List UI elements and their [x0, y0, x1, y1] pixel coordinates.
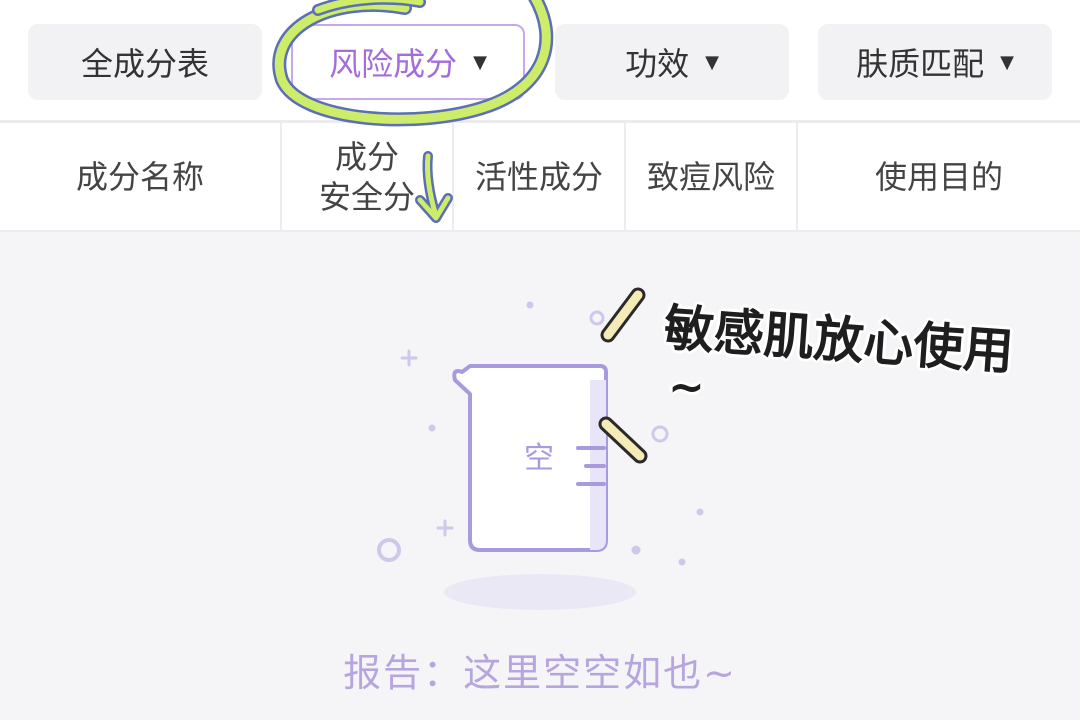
tab-skin-match[interactable]: 肤质匹配 ▼	[818, 24, 1052, 100]
tab-all-ingredients[interactable]: 全成分表	[28, 24, 262, 100]
filter-tab-bar: 全成分表 风险成分 ▼ 功效 ▼ 肤质匹配 ▼	[0, 0, 1080, 120]
tab-efficacy[interactable]: 功效 ▼	[555, 24, 789, 100]
empty-state-message: 报告：这里空空如也~	[343, 651, 737, 695]
tab-label: 肤质匹配	[856, 45, 985, 83]
tab-label: 风险成分	[329, 45, 458, 83]
caret-down-icon: ▼	[1000, 51, 1014, 73]
annotation-tilde: ~	[668, 362, 705, 413]
tab-label: 全成分表	[80, 45, 209, 83]
column-header-acne-risk[interactable]: 致痘风险	[624, 123, 796, 230]
caret-down-icon: ▼	[473, 51, 487, 73]
column-header-safety-score[interactable]: 成分 安全分	[280, 123, 452, 230]
table-header: 成分名称 成分 安全分 活性成分 致痘风险 使用目的	[0, 120, 1080, 232]
tab-label: 功效	[625, 45, 690, 83]
caret-down-icon: ▼	[705, 51, 719, 73]
column-header-name[interactable]: 成分名称	[0, 123, 280, 230]
tab-risk-ingredients[interactable]: 风险成分 ▼	[291, 24, 525, 100]
column-header-active[interactable]: 活性成分	[452, 123, 624, 230]
column-header-purpose[interactable]: 使用目的	[796, 123, 1080, 230]
